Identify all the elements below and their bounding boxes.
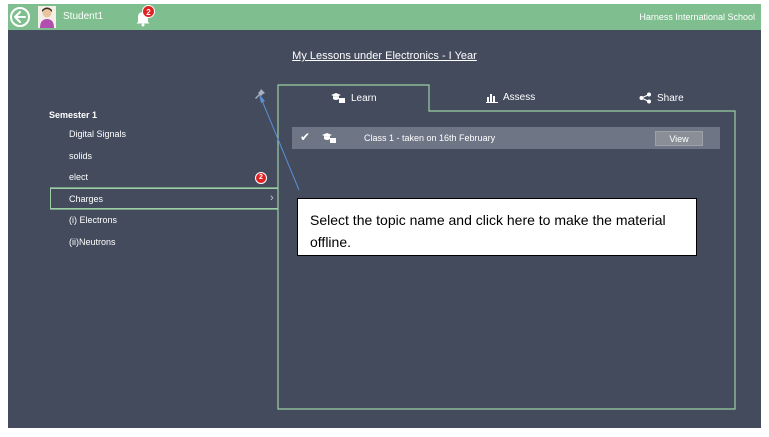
chevron-right-icon: ›: [270, 192, 274, 204]
sidebar-item-elect[interactable]: elect: [69, 172, 88, 182]
tab-assess-label: Assess: [503, 92, 536, 103]
lesson-title: Class 1 - taken on 16th February: [364, 133, 496, 143]
sidebar-item-electrons[interactable]: (i) Electrons: [69, 215, 117, 225]
sidebar-item-solids[interactable]: solids: [69, 151, 92, 161]
instruction-callout: Select the topic name and click here to …: [297, 198, 697, 256]
topic-badge: 2: [255, 172, 267, 184]
sidebar-item-neutrons[interactable]: (ii)Neutrons: [69, 237, 116, 247]
tab-learn-label: Learn: [351, 92, 377, 104]
sidebar-item-charges[interactable]: Charges: [69, 194, 103, 204]
view-button[interactable]: View: [655, 131, 703, 146]
learn-icon: [331, 93, 345, 103]
tab-share-label: Share: [657, 92, 684, 104]
learn-icon: [322, 133, 336, 143]
tab-learn[interactable]: Learn: [330, 92, 377, 104]
lesson-row: ✔ Class 1 - taken on 16th February View: [292, 127, 720, 149]
share-icon: [639, 92, 651, 104]
semester-label: Semester 1: [49, 110, 98, 120]
app-window: Student1 2 Harness International School …: [8, 4, 761, 428]
pin-icon[interactable]: [254, 88, 266, 100]
check-icon: ✔: [300, 130, 311, 144]
tab-share[interactable]: Share: [639, 92, 684, 104]
bar-chart-icon: [486, 94, 498, 103]
sidebar-item-digital-signals[interactable]: Digital Signals: [69, 129, 126, 139]
tab-assess[interactable]: Assess: [486, 92, 535, 103]
